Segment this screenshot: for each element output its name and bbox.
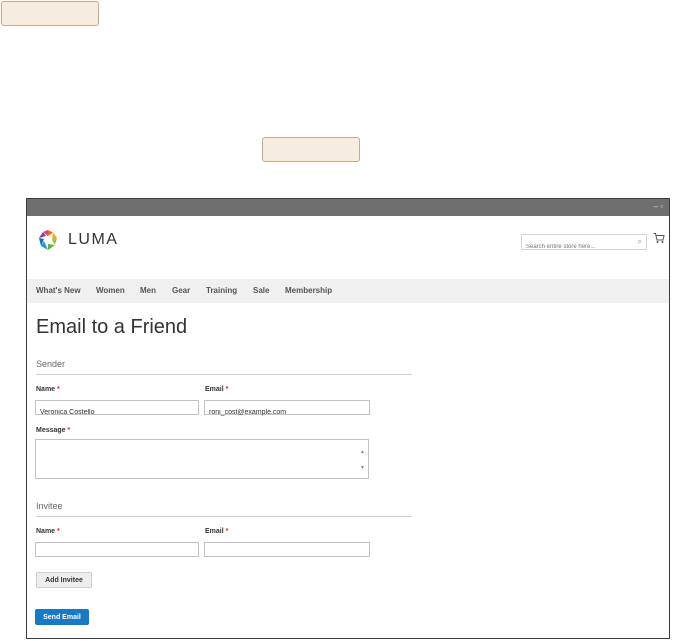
sender-name-field[interactable] (35, 400, 199, 419)
nav-item-sale[interactable]: Sale (253, 286, 269, 295)
invitee-name-field[interactable] (35, 542, 199, 561)
nav-item-training[interactable]: Training (206, 286, 237, 295)
sender-name-input[interactable] (36, 406, 198, 419)
invitee-email-field[interactable] (204, 542, 370, 561)
invitee-email-label: Email * (205, 528, 229, 535)
invitee-name-label: Name * (36, 528, 60, 535)
store-name: LUMA (68, 231, 119, 248)
sender-divider (36, 374, 412, 375)
search-input[interactable] (522, 241, 626, 253)
invitee-email-input[interactable] (205, 548, 369, 561)
scroll-up-icon[interactable]: ▲ (360, 449, 365, 455)
nav-item-whats-new[interactable]: What's New (36, 286, 81, 295)
window-controls-icon[interactable]: – ▫ (653, 202, 663, 211)
page-title: Email to a Friend (36, 316, 188, 338)
scroll-down-icon[interactable]: ▼ (360, 465, 365, 471)
category-nav: What's New Women Men Gear Training Sale … (27, 279, 669, 303)
add-invitee-button[interactable]: Add Invitee (36, 572, 92, 588)
search-icon[interactable]: ⌕ (638, 237, 642, 247)
sender-email-field[interactable] (204, 400, 370, 419)
sender-email-label: Email * (205, 386, 229, 393)
browser-window: – ▫ LUMA ⌕ What's New Women Men Gear (26, 198, 670, 639)
annotation-callout (262, 137, 360, 162)
message-textarea[interactable]: ▲ ▼ (35, 439, 369, 479)
sender-legend: Sender (36, 359, 66, 369)
search-box[interactable]: ⌕ (521, 234, 647, 253)
window-titlebar: – ▫ (27, 199, 669, 216)
nav-item-men[interactable]: Men (140, 286, 156, 295)
required-marker: * (57, 528, 60, 535)
required-marker: * (57, 386, 60, 393)
store-logo[interactable]: LUMA (36, 228, 118, 252)
nav-item-membership[interactable]: Membership (285, 286, 332, 295)
luma-logo-icon (39, 230, 57, 250)
invitee-divider (36, 516, 412, 517)
invitee-name-input[interactable] (36, 548, 198, 561)
required-marker: * (225, 528, 229, 535)
send-email-button[interactable]: Send Email (35, 609, 89, 625)
nav-item-women[interactable]: Women (96, 286, 125, 295)
nav-item-gear[interactable]: Gear (172, 286, 190, 295)
sender-name-label: Name * (36, 386, 60, 393)
annotation-callout (1, 1, 99, 26)
cart-icon[interactable] (653, 232, 665, 246)
required-marker: * (67, 427, 71, 434)
sender-email-input[interactable] (205, 406, 369, 419)
required-marker: * (225, 386, 229, 393)
invitee-legend: Invitee (36, 501, 63, 511)
textarea-scrollbar[interactable]: ▲ ▼ (360, 441, 367, 477)
message-label: Message * (36, 427, 71, 434)
